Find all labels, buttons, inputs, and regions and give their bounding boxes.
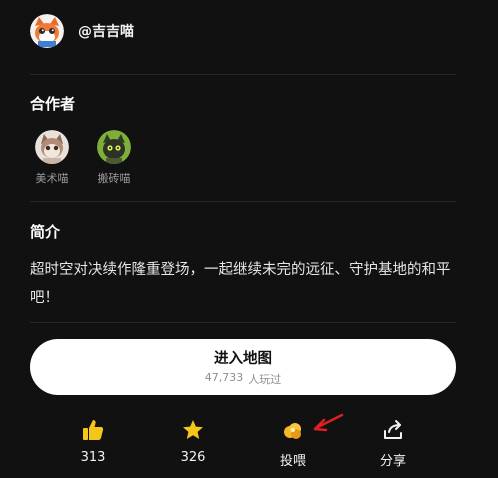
star-icon: [179, 416, 207, 444]
divider: [30, 322, 456, 323]
collaborator-item[interactable]: 美术喵: [30, 130, 74, 186]
annotation-arrow-icon: [310, 412, 344, 438]
collaborators-list: 美术喵 搬砖喵: [30, 130, 136, 186]
enter-map-label: 进入地图: [214, 351, 272, 367]
author-name[interactable]: @吉吉喵: [78, 21, 134, 41]
action-bar: 313 326 投喂 分享: [0, 416, 498, 478]
play-count-suffix: 人玩过: [248, 373, 282, 386]
divider: [30, 201, 456, 202]
share-icon: [379, 416, 407, 444]
intro-title: 简介: [30, 223, 61, 241]
divider: [30, 74, 456, 75]
collaborator-name: 美术喵: [35, 172, 69, 185]
play-count-value: 47,733: [204, 371, 244, 384]
author-row[interactable]: @吉吉喵: [30, 14, 134, 48]
author-avatar[interactable]: [30, 14, 64, 48]
feed-label: 投喂: [279, 454, 306, 469]
collaborator-name: 搬砖喵: [97, 172, 131, 185]
share-label: 分享: [379, 454, 406, 469]
share-button[interactable]: 分享: [363, 416, 423, 469]
like-count: 313: [80, 450, 106, 465]
feed-food-icon: [279, 416, 307, 444]
collaborator-item[interactable]: 搬砖喵: [92, 130, 136, 186]
play-count: 47,733 人玩过: [205, 371, 282, 387]
favorite-count: 326: [180, 450, 206, 465]
collaborators-title: 合作者: [30, 95, 76, 113]
collaborator-avatar[interactable]: [35, 130, 69, 164]
thumbs-up-icon: [79, 416, 107, 444]
like-button[interactable]: 313: [63, 416, 123, 465]
favorite-button[interactable]: 326: [163, 416, 223, 465]
intro-text: 超时空对决续作隆重登场，一起继续未完的远征、守护基地的和平吧！: [30, 262, 451, 306]
enter-map-button[interactable]: 进入地图 47,733 人玩过: [30, 339, 456, 395]
collaborator-avatar[interactable]: [97, 130, 131, 164]
